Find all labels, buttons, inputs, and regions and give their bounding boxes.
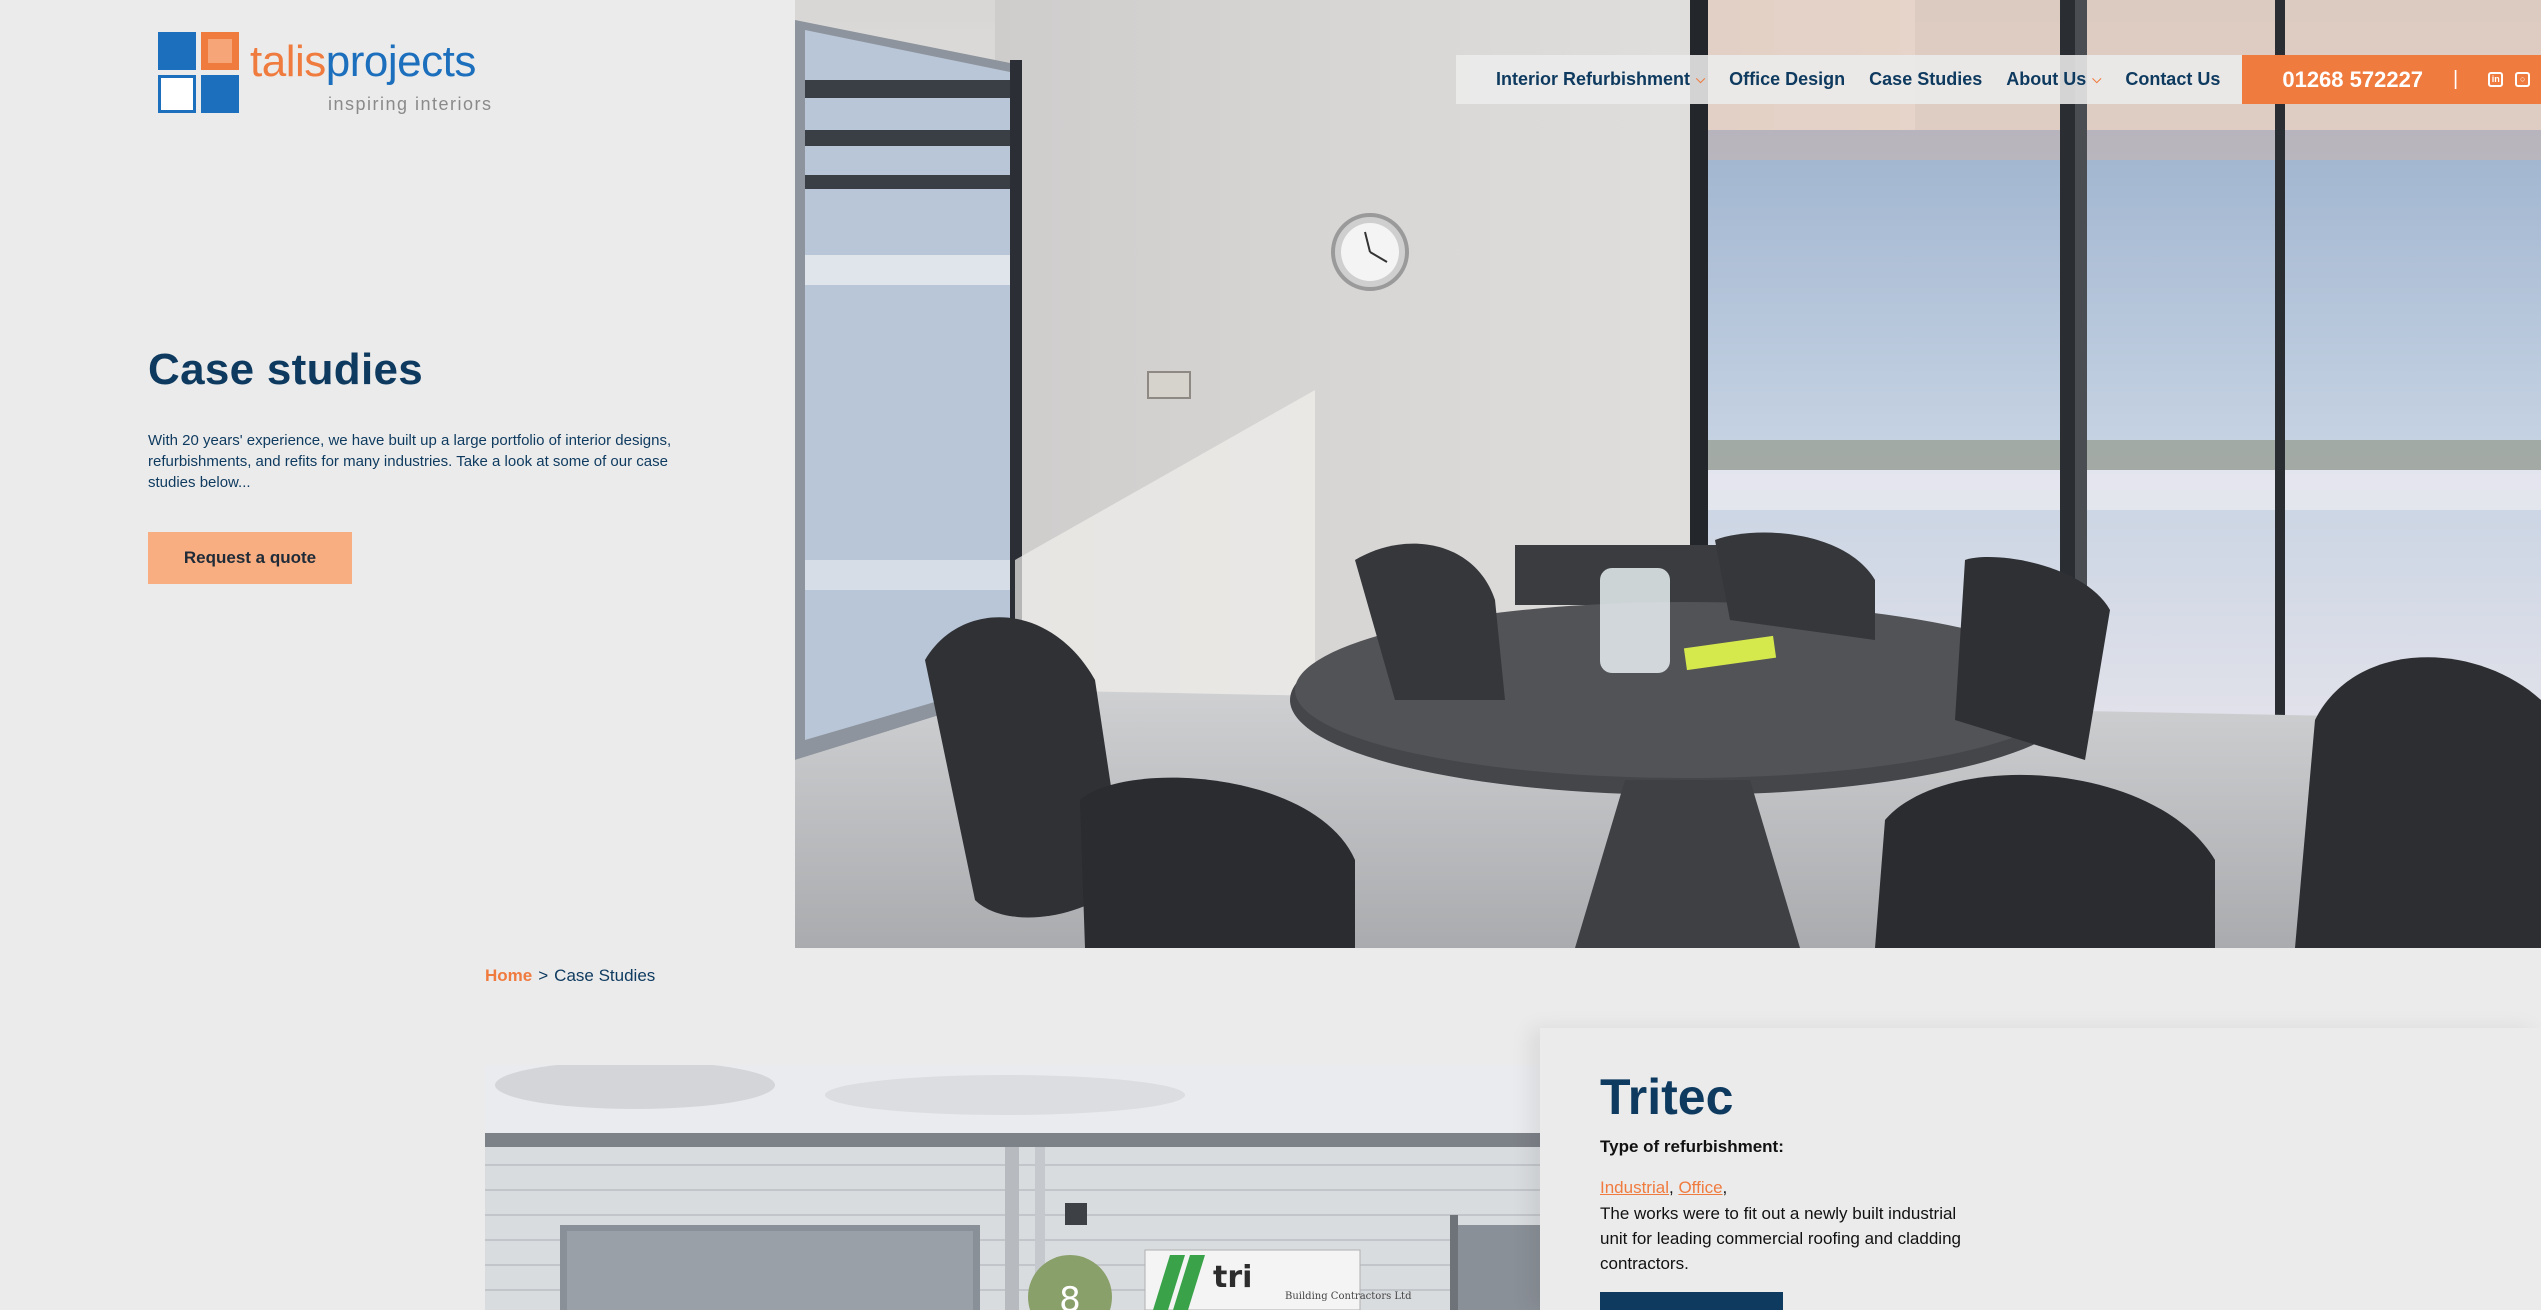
tag-separator: , [1668,1178,1674,1197]
logo-square-icon [201,75,239,113]
breadcrumb: Home > Case Studies [485,966,655,986]
case-study-image[interactable]: 8 tri Building Contractors Ltd [485,1065,1540,1310]
refurbishment-type-label: Type of refurbishment: [1600,1137,1784,1156]
nav-item-about-us[interactable]: About Us ⌵ [2006,69,2101,90]
tag-office-link[interactable]: Office [1678,1178,1722,1197]
tenant-sign-text: tri [1213,1260,1252,1295]
chevron-down-icon: ⌵ [1696,72,1706,86]
nav-separator: | [2453,68,2459,90]
request-quote-button[interactable]: Request a quote [148,532,352,584]
logo-square-icon [201,32,239,70]
case-study-description: The works were to fit out a newly built … [1600,1204,1961,1273]
nav-contact-bar: 01268 572227 | in ○ f [2242,55,2541,104]
meeting-room-illustration [795,0,2541,948]
view-case-study-button[interactable] [1600,1292,1783,1310]
main-nav: Interior Refurbishment ⌵ Office Design Ca… [1456,55,2541,104]
nav-item-case-studies[interactable]: Case Studies [1869,69,1982,90]
logo-tagline: inspiring interiors [328,94,493,114]
nav-item-interior-refurbishment[interactable]: Interior Refurbishment ⌵ [1496,69,1705,90]
nav-links: Interior Refurbishment ⌵ Office Design Ca… [1456,55,2243,104]
unit-number-sign: 8 [1059,1280,1081,1310]
page-title: Case studies [148,345,424,394]
logo-wordmark: talisprojects [250,37,476,86]
site-logo[interactable]: talisprojects inspiring interiors [158,32,498,120]
case-study-title[interactable]: Tritec [1600,1068,1733,1126]
phone-number-link[interactable]: 01268 572227 [2282,67,2423,93]
tenant-sign-subtext: Building Contractors Ltd [1285,1291,1412,1302]
industrial-unit-illustration: 8 tri Building Contractors Ltd [485,1065,1540,1310]
nav-item-contact-us[interactable]: Contact Us [2125,69,2220,90]
breadcrumb-home-link[interactable]: Home [485,966,532,986]
hero-description: With 20 years' experience, we have built… [148,432,672,491]
social-links: in ○ f [2488,72,2541,87]
case-study-tags: Industrial, Office, [1600,1178,1727,1198]
instagram-icon[interactable]: ○ [2515,72,2531,87]
logo-square-icon [158,32,196,70]
tag-industrial-link[interactable]: Industrial [1600,1178,1669,1197]
logo-square-icon [158,75,196,113]
hero-image [795,0,2541,948]
tag-separator: , [1722,1178,1728,1197]
chevron-down-icon: ⌵ [2092,72,2102,86]
breadcrumb-separator: > [538,966,549,985]
linkedin-icon[interactable]: in [2488,72,2504,87]
breadcrumb-current: Case Studies [554,966,656,985]
nav-item-office-design[interactable]: Office Design [1729,69,1845,90]
